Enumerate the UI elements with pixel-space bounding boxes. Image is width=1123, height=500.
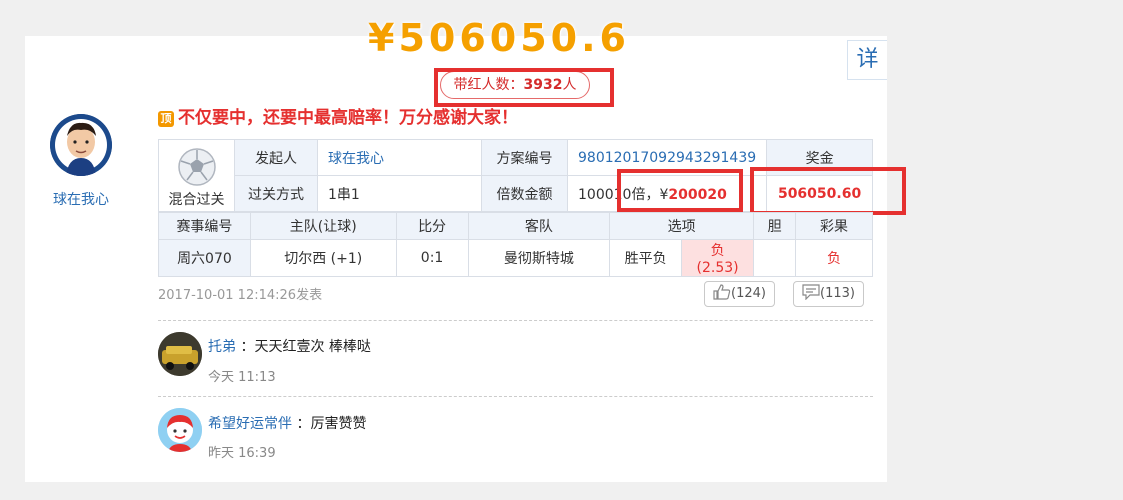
like-button[interactable]: (124) [704, 281, 775, 307]
initiator-link[interactable]: 球在我心 [317, 139, 482, 176]
option-type: 胜平负 [609, 239, 683, 277]
comment-user-link[interactable]: 希望好运常伴 [208, 416, 292, 432]
comment-text: 厉害赞赞 [310, 416, 367, 432]
comment-avatar[interactable] [158, 408, 202, 452]
header-option: 选项 [609, 212, 755, 240]
comment-avatar-image [158, 408, 202, 452]
comment-time: 今天 11:13 [208, 370, 276, 385]
divider [158, 320, 873, 321]
initiator-label: 发起人 [234, 139, 318, 176]
slogan: 顶不仅要中，还要中最高赔率！万分感谢大家！ [158, 103, 518, 128]
header-match-no: 赛事编号 [158, 212, 251, 240]
avatar-image [50, 114, 112, 176]
comment-text: 天天红壹次 棒棒哒 [254, 339, 371, 355]
comment-user-link[interactable]: 托弟 [208, 339, 236, 355]
avatar[interactable] [50, 114, 112, 176]
away-team: 曼彻斯特城 [467, 239, 611, 277]
match-no: 周六070 [158, 239, 251, 277]
header-away: 客队 [467, 212, 611, 240]
pass-method-label: 过关方式 [234, 175, 318, 212]
comment-item: 希望好运常伴 ：厉害赞赞 [208, 413, 366, 433]
thumbs-up-icon [713, 284, 731, 300]
comment-button[interactable]: (113) [793, 281, 864, 307]
highlight-box-count [434, 68, 614, 107]
match-table: 赛事编号 主队(让球) 比分 客队 选项 胆 彩果 周六070 切尔西 (+1)… [158, 212, 873, 277]
comment-item: 托弟 ：天天红壹次 棒棒哒 [208, 336, 371, 356]
comment-count: (113) [820, 286, 855, 301]
prize-banner: ¥506050.6 [368, 16, 630, 60]
score: 0:1 [395, 239, 469, 277]
like-count: (124) [731, 286, 766, 301]
result: 负 [795, 239, 873, 277]
comment-separator: ： [240, 339, 255, 355]
slogan-text: 不仅要中，还要中最高赔率！万分感谢大家！ [178, 108, 518, 128]
home-team: 切尔西 (+1) [249, 239, 397, 277]
comment-avatar-image [158, 332, 202, 376]
soccer-ball-icon [177, 147, 216, 186]
option-selection: 负(2.53) [681, 239, 755, 277]
comment-icon [802, 284, 820, 301]
header-result: 彩果 [795, 212, 873, 240]
header-banker: 胆 [753, 212, 797, 240]
highlight-box-amount [617, 169, 743, 212]
username[interactable]: 球在我心 [53, 189, 109, 209]
plan-type-label: 混合过关 [168, 191, 225, 208]
table-row: 周六070 切尔西 (+1) 0:1 曼彻斯特城 胜平负 负(2.53) 负 [158, 239, 873, 277]
detail-tab[interactable]: 详 [847, 40, 887, 80]
top-badge-icon: 顶 [158, 111, 174, 127]
comment-separator: ： [296, 416, 311, 432]
plan-no-label: 方案编号 [481, 139, 568, 176]
multiple-label: 倍数金额 [481, 175, 568, 212]
comment-avatar[interactable] [158, 332, 202, 376]
highlight-box-prize [750, 167, 906, 215]
header-score: 比分 [395, 212, 469, 240]
pass-method-value: 1串1 [317, 175, 482, 212]
banker [753, 239, 797, 277]
plan-type-cell: 混合过关 [158, 139, 235, 212]
divider [158, 396, 873, 397]
comment-time: 昨天 16:39 [208, 446, 276, 461]
header-home: 主队(让球) [249, 212, 397, 240]
post-date: 2017-10-01 12:14:26发表 [158, 288, 323, 303]
